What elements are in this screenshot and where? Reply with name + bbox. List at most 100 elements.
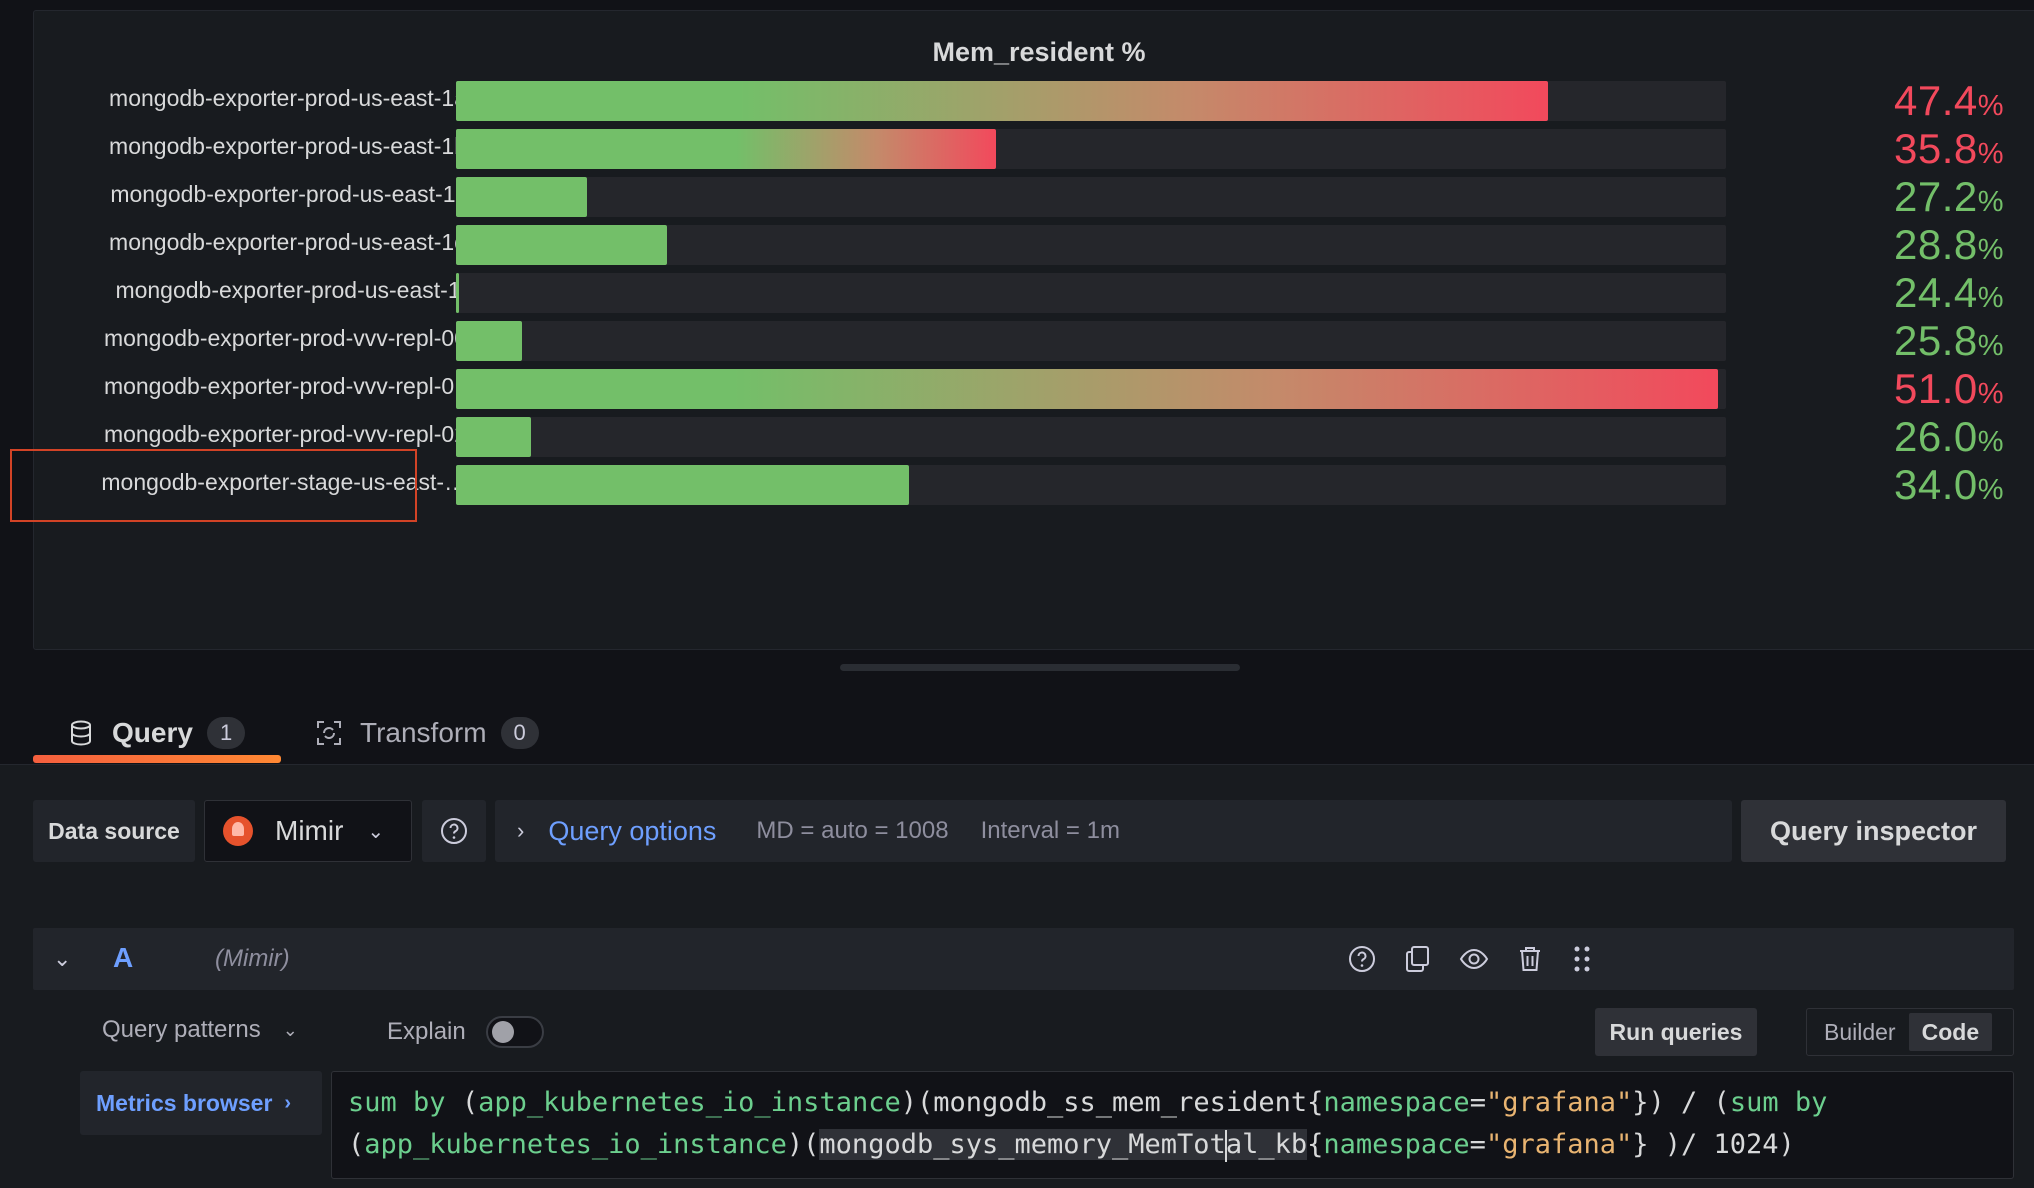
query-options-bar[interactable]: › Query options MD = auto = 1008 Interva… — [495, 800, 1732, 862]
code-token: ( — [348, 1129, 365, 1160]
prometheus-logo-icon — [223, 816, 253, 846]
drag-handle-icon[interactable] — [1565, 942, 1599, 976]
query-options-title[interactable]: Query options — [548, 816, 716, 847]
bar-fill — [456, 321, 522, 361]
metrics-browser-label: Metrics browser — [96, 1089, 273, 1116]
code-token: { — [1307, 1087, 1324, 1118]
series-label: mongodb-exporter-prod-us-east-1d — [109, 229, 467, 255]
explain-label: Explain — [387, 1018, 466, 1045]
chevron-right-icon: › — [517, 818, 525, 843]
run-queries-button[interactable]: Run queries — [1595, 1008, 1757, 1056]
bar-fill — [456, 369, 1718, 409]
bar-track — [456, 465, 1726, 505]
code-token: al_kb — [1225, 1129, 1308, 1160]
duplicate-query-icon[interactable] — [1401, 942, 1435, 976]
series-label: mongodb-exporter-prod-us-east-1b — [109, 133, 467, 159]
code-token: by — [413, 1087, 446, 1118]
series-label: mongodb-exporter-prod-vvv-repl-00 — [103, 325, 467, 351]
collapse-chevron-icon[interactable]: ⌄ — [53, 946, 71, 972]
tab-transform[interactable]: Transform 0 — [314, 705, 539, 761]
series-label: mongodb-exporter-prod-vvv-repl-02 — [103, 421, 467, 447]
query-inspector-button[interactable]: Query inspector — [1741, 800, 2006, 862]
query-patterns-dropdown[interactable]: Query patterns ⌄ — [102, 1016, 298, 1044]
value-number: 51.0 — [1894, 365, 1978, 412]
value-number: 26.0 — [1894, 413, 1978, 460]
value-number: 24.4 — [1894, 269, 1978, 316]
series-value: 28.8% — [1894, 221, 2004, 269]
value-number: 27.2 — [1894, 173, 1978, 220]
code-token: { — [1307, 1129, 1324, 1160]
database-icon — [66, 718, 96, 748]
chevron-down-icon: ⌄ — [282, 1019, 298, 1040]
transform-count-badge: 0 — [500, 717, 539, 749]
chevron-right-icon: › — [284, 1091, 292, 1114]
toggle-visibility-eye-icon[interactable] — [1457, 942, 1491, 976]
value-unit: % — [1977, 282, 2005, 314]
bar-fill — [456, 81, 1548, 121]
toggle-knob — [491, 1021, 514, 1043]
value-unit: % — [1977, 426, 2005, 458]
value-number: 25.8 — [1894, 317, 1978, 364]
code-token: app_kubernetes_io_instance — [478, 1087, 901, 1118]
code-token: namespace — [1323, 1087, 1470, 1118]
tab-query-label: Query — [112, 717, 193, 748]
value-number: 34.0 — [1894, 461, 1978, 508]
code-token: mongodb_ss_mem_resident — [933, 1087, 1308, 1118]
tab-query[interactable]: Query 1 — [66, 705, 246, 761]
chevron-down-icon: ⌄ — [367, 820, 385, 843]
code-token: = — [1469, 1087, 1486, 1118]
bar-gauge-row: mongodb-exporter-prod-us-east-1b 35.8% — [34, 125, 2034, 173]
series-value: 27.2% — [1894, 173, 2004, 221]
bar-gauge-row: mongodb-exporter-prod-us-east-1c 27.2% — [34, 173, 2034, 221]
explain-toggle[interactable] — [485, 1016, 544, 1048]
value-number: 28.8 — [1894, 221, 1978, 268]
panel-title[interactable]: Mem_resident % — [34, 37, 2034, 68]
query-ref-id[interactable]: A — [113, 942, 133, 974]
metrics-browser-button[interactable]: Metrics browser › — [80, 1071, 322, 1135]
bar-track — [456, 417, 1726, 457]
code-token: } )/ 1024) — [1632, 1129, 1795, 1160]
code-token: = — [1469, 1129, 1486, 1160]
code-token: )( — [900, 1087, 934, 1118]
pane-resize-handle[interactable] — [840, 664, 1240, 671]
code-token: ( — [445, 1087, 479, 1118]
query-row-header: ⌄ A (Mimir) — [33, 928, 2014, 990]
code-token: "grafana" — [1485, 1087, 1633, 1118]
bar-gauge-row: mongodb-exporter-prod-us-east-1a 47.4% — [34, 77, 2034, 125]
tab-transform-label: Transform — [360, 717, 487, 748]
question-circle-icon — [441, 818, 467, 844]
series-label: mongodb-exporter-prod-us-east-1f — [115, 277, 467, 303]
query-patterns-label: Query patterns — [102, 1016, 261, 1043]
value-unit: % — [1977, 330, 2005, 362]
code-mode-button[interactable]: Code — [1908, 1013, 1993, 1051]
delete-query-trash-icon[interactable] — [1513, 942, 1547, 976]
selected-code-token: mongodb_sys_memory_MemTotal_kb — [819, 1129, 1308, 1162]
editor-mode-toggle: Builder Code — [1806, 1008, 2014, 1056]
bar-fill — [456, 177, 587, 217]
value-unit: % — [1977, 186, 2005, 218]
value-number: 47.4 — [1894, 77, 1978, 124]
explain-control: Explain — [387, 1016, 544, 1048]
tabs-divider — [0, 764, 2034, 765]
series-value: 35.8% — [1894, 125, 2004, 173]
data-source-help-button[interactable] — [422, 800, 486, 862]
code-token: namespace — [1323, 1129, 1470, 1160]
builder-mode-button[interactable]: Builder — [1811, 1013, 1909, 1051]
data-source-picker[interactable]: Mimir ⌄ — [204, 800, 412, 862]
bar-fill — [456, 417, 531, 457]
series-value: 34.0% — [1894, 461, 2004, 509]
bar-gauge-row: mongodb-exporter-prod-vvv-repl-01 51.0% — [34, 365, 2034, 412]
series-value: 47.4% — [1894, 77, 2004, 125]
bar-gauge-row: mongodb-exporter-prod-vvv-repl-00 25.8% — [34, 317, 2034, 364]
code-token: sum — [348, 1087, 397, 1118]
query-datasource-name: (Mimir) — [215, 945, 290, 972]
bar-track — [456, 177, 1726, 217]
highlight-annotation-box — [10, 449, 417, 522]
promql-code-editor[interactable]: sum by (app_kubernetes_io_instance)(mong… — [331, 1071, 2014, 1179]
code-token: }) / ( — [1632, 1087, 1730, 1118]
series-label: mongodb-exporter-prod-us-east-1a — [109, 85, 467, 111]
max-data-points-info: MD = auto = 1008 — [756, 817, 949, 844]
query-help-icon[interactable] — [1345, 942, 1379, 976]
value-unit: % — [1977, 378, 2005, 410]
value-unit: % — [1977, 474, 2005, 506]
